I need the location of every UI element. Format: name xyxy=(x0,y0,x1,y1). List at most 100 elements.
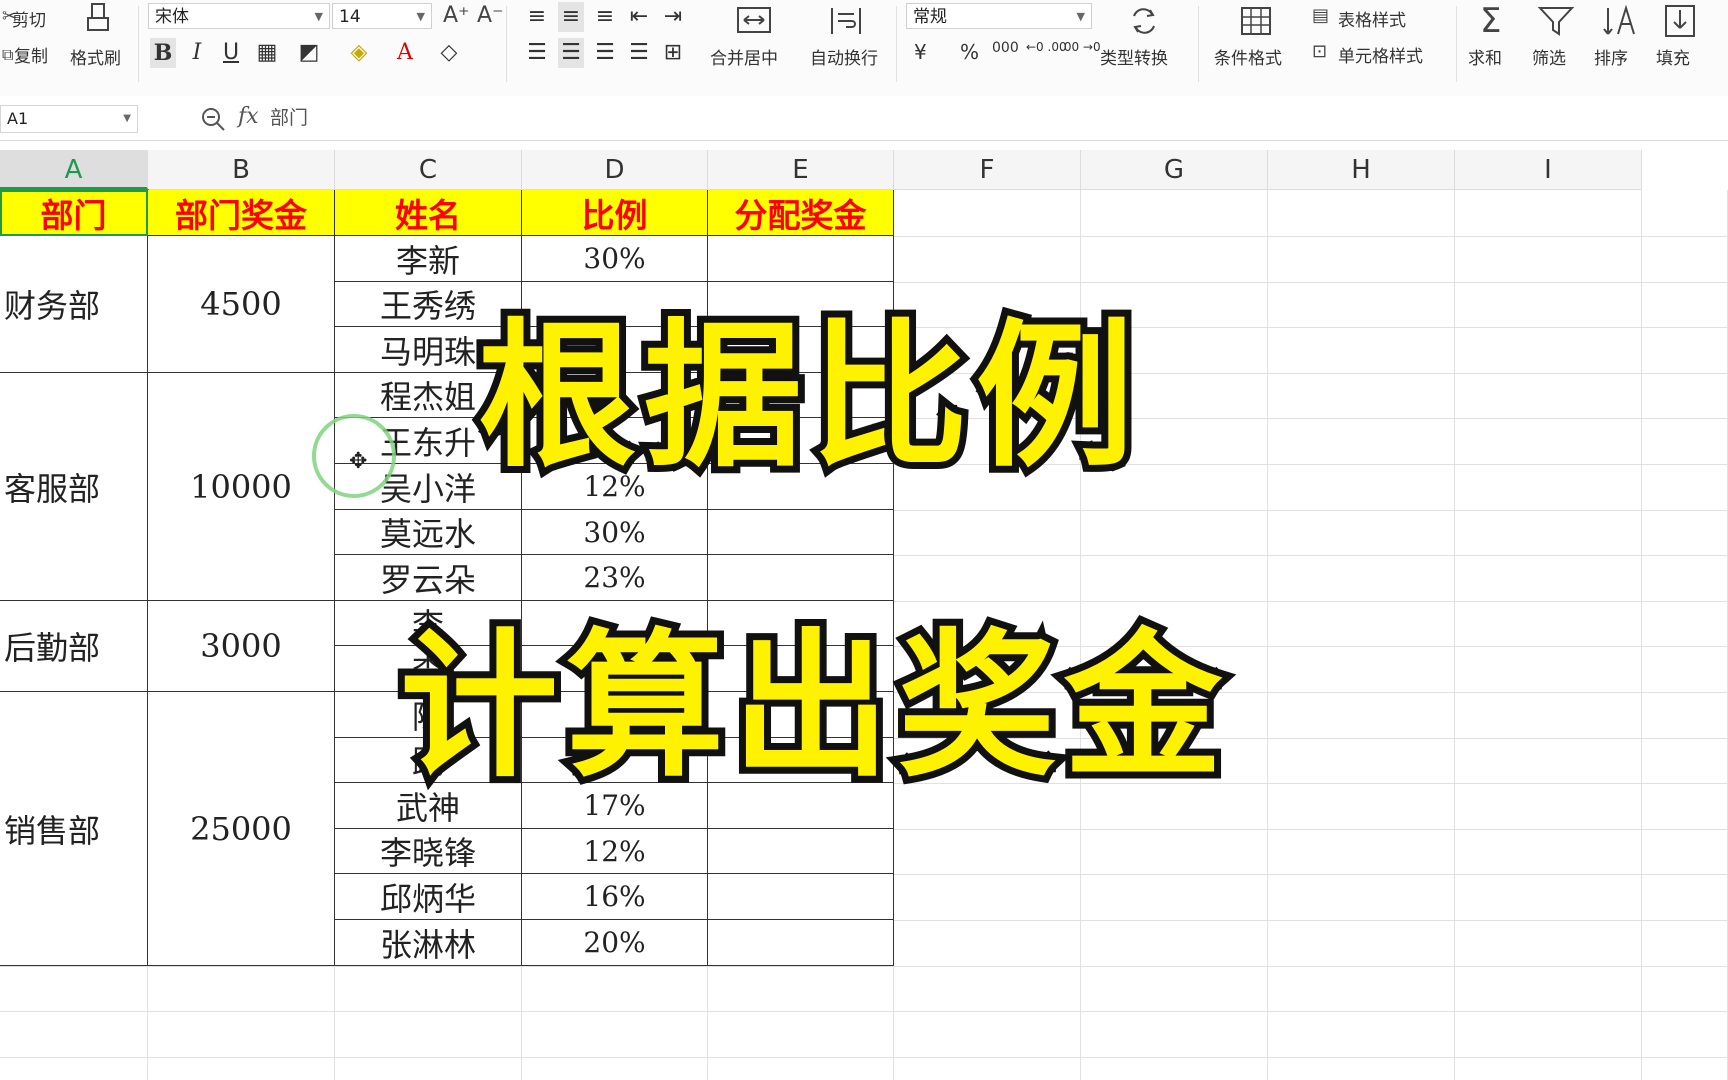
align-right-icon[interactable]: ☰ xyxy=(592,38,618,68)
font-grow-icon[interactable]: A⁺ xyxy=(443,5,470,27)
cut-button[interactable]: 剪切 xyxy=(12,6,46,31)
align-center-icon[interactable]: ☰ xyxy=(558,38,584,68)
dept-bonus-cell[interactable]: 4500 xyxy=(148,236,335,373)
conditional-format-button[interactable]: 条件格式 xyxy=(1214,44,1282,69)
column-header-i[interactable]: I xyxy=(1455,150,1642,190)
dept-bonus-cell[interactable]: 10000 xyxy=(148,373,335,601)
eraser-icon[interactable]: ◇ xyxy=(436,38,462,68)
fill-icon[interactable] xyxy=(1660,4,1700,38)
column-header-a[interactable]: A xyxy=(0,150,148,190)
dept-cell[interactable]: 后勤部 xyxy=(0,601,148,692)
allocated-bonus-cell[interactable] xyxy=(708,829,894,874)
name-cell[interactable]: 莫远水 xyxy=(335,510,522,555)
number-format-select[interactable]: 常规 ▼ xyxy=(906,3,1092,29)
sort-icon[interactable] xyxy=(1598,4,1638,38)
header-cell-name[interactable]: 姓名 xyxy=(335,190,522,236)
allocated-bonus-cell[interactable] xyxy=(708,510,894,555)
sum-icon[interactable]: Σ xyxy=(1480,4,1501,38)
formula-input[interactable]: 部门 xyxy=(270,102,1720,134)
merge-center-button[interactable]: 合并居中 xyxy=(710,44,778,69)
allocated-bonus-cell[interactable] xyxy=(708,920,894,966)
fill-color-icon[interactable]: ◈ xyxy=(346,38,372,68)
align-left-icon[interactable]: ☰ xyxy=(524,38,550,68)
ratio-cell[interactable]: 20% xyxy=(522,920,708,966)
dept-cell[interactable]: 销售部 xyxy=(0,692,148,966)
overlay-title-line2: 计算出奖金 xyxy=(393,608,1230,806)
format-painter-icon[interactable] xyxy=(78,2,118,36)
header-cell-ratio[interactable]: 比例 xyxy=(522,190,708,236)
name-cell[interactable]: 邱炳华 xyxy=(335,874,522,920)
grid-line xyxy=(1267,190,1268,1080)
underline-button[interactable]: U xyxy=(218,38,244,68)
dept-cell[interactable]: 客服部 xyxy=(0,373,148,601)
percent-button[interactable]: % xyxy=(960,40,979,64)
header-cell-dept-bonus[interactable]: 部门奖金 xyxy=(148,190,335,236)
thousands-button[interactable]: 000 xyxy=(992,40,1019,56)
column-header-d[interactable]: D xyxy=(522,150,708,190)
italic-button[interactable]: I xyxy=(184,38,210,68)
font-name-value: 宋体 xyxy=(155,7,189,27)
justify-icon[interactable]: ☰ xyxy=(626,38,652,68)
fx-label[interactable]: fx xyxy=(238,104,259,129)
ratio-cell[interactable]: 30% xyxy=(522,510,708,555)
indent-decrease-icon[interactable]: ⇤ xyxy=(626,2,652,32)
name-cell[interactable]: 张淋林 xyxy=(335,920,522,966)
name-cell[interactable]: 李晓锋 xyxy=(335,829,522,874)
align-top-icon[interactable]: ≡ xyxy=(524,2,550,32)
font-size-select[interactable]: 14 ▼ xyxy=(332,3,432,29)
type-convert-icon[interactable] xyxy=(1124,4,1164,38)
table-style-button[interactable]: 表格样式 xyxy=(1338,6,1406,31)
merge-center-icon[interactable] xyxy=(734,4,774,38)
column-header-e[interactable]: E xyxy=(708,150,894,190)
font-shrink-icon[interactable]: A⁻ xyxy=(477,5,504,27)
cell-style-icon[interactable]: ⊡ xyxy=(1312,41,1327,63)
sort-button[interactable]: 排序 xyxy=(1594,44,1628,69)
chevron-down-icon: ▼ xyxy=(314,10,323,23)
column-header-f[interactable]: F xyxy=(894,150,1081,190)
sum-button[interactable]: 求和 xyxy=(1468,44,1502,69)
table-style-icon[interactable]: ▤ xyxy=(1312,5,1329,27)
chevron-down-icon: ▼ xyxy=(416,10,425,23)
dept-bonus-cell[interactable]: 3000 xyxy=(148,601,335,692)
allocated-bonus-cell[interactable] xyxy=(708,874,894,920)
cell-style-button[interactable]: 单元格样式 xyxy=(1338,42,1423,67)
ratio-cell[interactable]: 12% xyxy=(522,829,708,874)
align-middle-icon[interactable]: ≡ xyxy=(558,2,584,32)
header-cell-dept[interactable]: 部门 xyxy=(0,189,149,237)
type-convert-button[interactable]: 类型转换 xyxy=(1100,44,1168,69)
font-size-value: 14 xyxy=(339,7,361,27)
align-bottom-icon[interactable]: ≡ xyxy=(592,2,618,32)
name-box[interactable]: A1 ▼ xyxy=(0,105,138,133)
font-color-icon[interactable]: A xyxy=(392,38,418,68)
header-cell-allocated-bonus[interactable]: 分配奖金 xyxy=(708,190,894,236)
font-name-select[interactable]: 宋体 ▼ xyxy=(148,3,330,29)
column-header-c[interactable]: C xyxy=(335,150,522,190)
column-header-g[interactable]: G xyxy=(1081,150,1268,190)
copy-button[interactable]: 复制 xyxy=(14,42,48,67)
distributed-icon[interactable]: ⊞ xyxy=(660,38,686,68)
grid-line xyxy=(0,1057,1728,1058)
wrap-text-button[interactable]: 自动换行 xyxy=(810,44,878,69)
grid-line xyxy=(1641,190,1642,1080)
bold-button[interactable]: B xyxy=(150,38,176,68)
filter-button[interactable]: 筛选 xyxy=(1532,44,1566,69)
column-header-h[interactable]: H xyxy=(1268,150,1455,190)
indent-increase-icon[interactable]: ⇥ xyxy=(660,2,686,32)
cell-format-icon[interactable]: ◩ xyxy=(296,38,322,68)
conditional-format-icon[interactable] xyxy=(1236,4,1276,38)
fill-button[interactable]: 填充 xyxy=(1656,44,1690,69)
dept-cell[interactable]: 财务部 xyxy=(0,236,148,373)
grid-line xyxy=(1454,190,1455,1080)
decimal-decrease-button[interactable]: .00 →0 xyxy=(1060,40,1101,54)
border-icon[interactable]: ▦ xyxy=(254,38,280,68)
format-painter-button[interactable]: 格式刷 xyxy=(70,44,121,69)
filter-icon[interactable] xyxy=(1536,4,1576,38)
column-header-b[interactable]: B xyxy=(148,150,335,190)
copy-icon[interactable]: ⧉ xyxy=(2,44,13,66)
zoom-icon[interactable] xyxy=(200,106,226,132)
dept-bonus-cell[interactable]: 25000 xyxy=(148,692,335,966)
wrap-text-icon[interactable] xyxy=(826,4,866,38)
ribbon-toolbar: ✂ 剪切 ⧉ 复制 格式刷 宋体 ▼ 14 ▼ A⁺ A⁻ B I U ▦ ◩ ◈ … xyxy=(0,0,1728,97)
currency-button[interactable]: ¥ xyxy=(914,40,927,64)
ratio-cell[interactable]: 16% xyxy=(522,874,708,920)
